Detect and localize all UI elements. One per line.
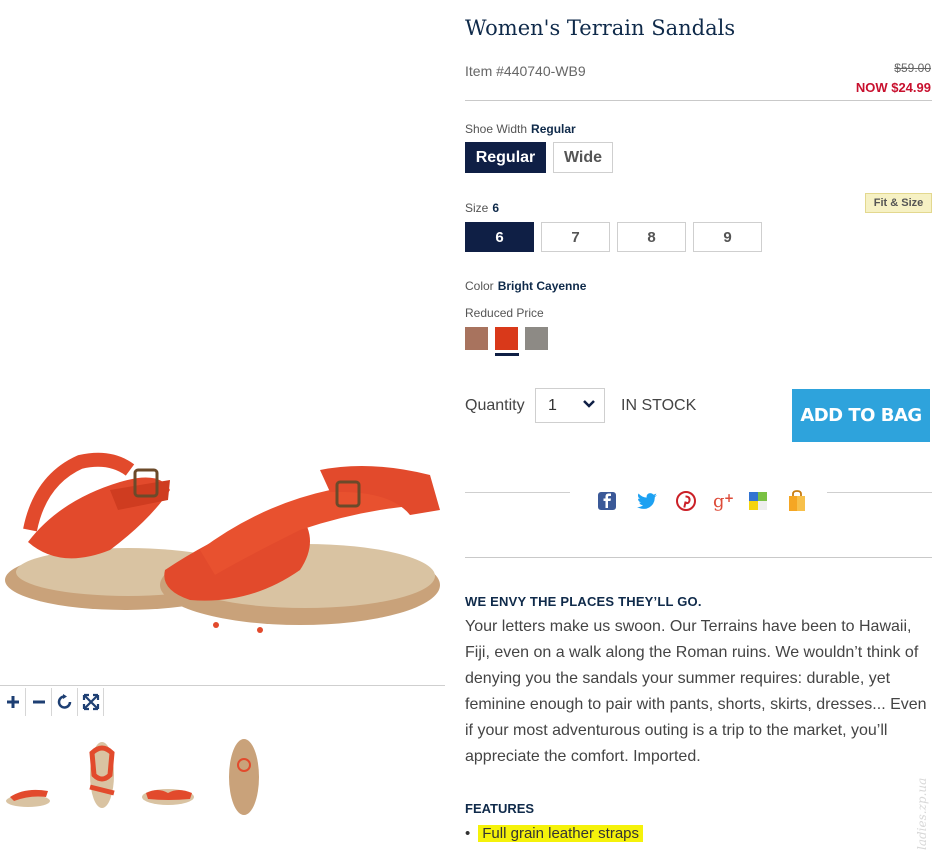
gray-swatch[interactable] <box>525 327 548 350</box>
add-to-bag-button[interactable]: ADD TO BAG <box>792 389 930 442</box>
shoe-width-selected: Regular <box>531 122 576 136</box>
thumbnail-pair-front[interactable] <box>138 735 198 820</box>
divider <box>827 492 932 493</box>
image-control-bar <box>0 685 445 718</box>
thumbnail-strip <box>0 735 445 820</box>
fullscreen-icon[interactable] <box>78 688 104 716</box>
description-body: Your letters make us swoon. Our Terrains… <box>465 618 927 765</box>
product-title: Women's Terrain Sandals <box>465 16 736 40</box>
fit-and-size-link[interactable]: Fit & Size <box>865 193 932 213</box>
thumbnail-sole[interactable] <box>214 735 274 820</box>
shopping-bag-icon[interactable] <box>786 490 808 512</box>
right-sandal-image <box>160 466 440 633</box>
reduced-price-label: Reduced Price <box>465 306 544 320</box>
quantity-value: 1 <box>548 397 557 414</box>
zoom-in-icon[interactable] <box>0 688 26 716</box>
thumbnail-top[interactable] <box>72 735 132 820</box>
quantity-label: Quantity <box>465 397 525 414</box>
facebook-icon[interactable] <box>596 490 618 512</box>
divider <box>465 557 932 558</box>
pinterest-icon[interactable] <box>675 490 697 512</box>
zoom-out-icon[interactable] <box>26 688 52 716</box>
color-selected: Bright Cayenne <box>497 279 587 293</box>
size-option-6[interactable]: 6 <box>465 222 534 252</box>
thumbnail-pair-side[interactable] <box>0 735 60 820</box>
list-item: Full grain leather straps <box>465 825 644 842</box>
description-heading: WE ENVY THE PLACES THEY’LL GO. <box>465 594 702 609</box>
divider <box>465 492 570 493</box>
main-product-image[interactable] <box>0 430 445 640</box>
original-price: $59.00 <box>894 61 931 75</box>
features-list: Full grain leather straps <box>465 825 644 842</box>
size-selected: 6 <box>492 201 500 215</box>
watermark: ladies.zp.ua <box>915 777 929 850</box>
size-option-9[interactable]: 9 <box>693 222 762 252</box>
selected-swatch-indicator <box>495 353 519 356</box>
tan-swatch[interactable] <box>465 327 488 350</box>
quantity-select[interactable]: 1 <box>535 388 605 423</box>
features-heading: FEATURES <box>465 801 535 816</box>
width-option-regular[interactable]: Regular <box>465 142 546 173</box>
item-number: Item #440740-WB9 <box>465 63 586 79</box>
shoe-width-label: Shoe Width Regular <box>465 122 576 136</box>
google-plus-icon[interactable]: g + <box>713 490 735 512</box>
svg-text:g: g <box>713 491 725 511</box>
stock-status: IN STOCK <box>621 397 697 414</box>
svg-text:+: + <box>724 491 734 505</box>
twitter-icon[interactable] <box>636 490 658 512</box>
width-option-wide[interactable]: Wide <box>553 142 613 173</box>
feature-text: Full grain leather straps <box>478 825 644 842</box>
bright-cayenne-swatch[interactable] <box>495 327 518 350</box>
chevron-down-icon <box>583 400 595 408</box>
delicious-icon[interactable] <box>747 490 769 512</box>
color-label: Color Bright Cayenne <box>465 279 587 293</box>
size-option-7[interactable]: 7 <box>541 222 610 252</box>
divider <box>465 100 932 101</box>
rotate-icon[interactable] <box>52 688 78 716</box>
size-label: Size 6 <box>465 201 500 215</box>
size-option-8[interactable]: 8 <box>617 222 686 252</box>
sale-price: NOW $24.99 <box>855 80 931 95</box>
